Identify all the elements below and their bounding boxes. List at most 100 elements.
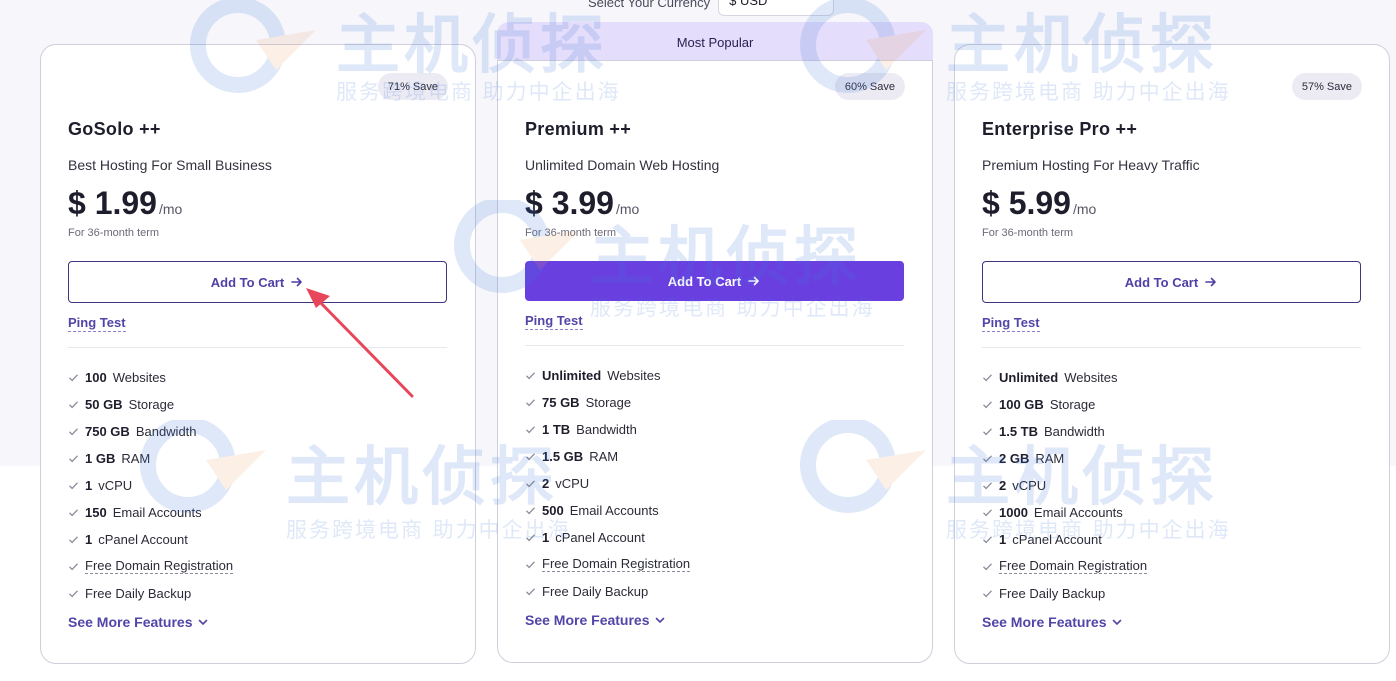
feature-ram: 2 GB RAM [982, 445, 1147, 472]
feature-text: cPanel Account [98, 532, 188, 547]
see-more-features-link[interactable]: See More Features [525, 612, 666, 628]
feature-text-link[interactable]: Free Domain Registration [999, 559, 1148, 574]
feature-websites: Unlimited Websites [982, 364, 1147, 391]
feature-text: Storage [585, 395, 632, 410]
arrow-right-icon [748, 276, 760, 286]
feature-text-link[interactable]: Free Domain Registration [85, 559, 234, 574]
arrow-right-icon [1205, 277, 1217, 287]
feature-websites: 100 Websites [68, 364, 233, 391]
feature-value: 1 GB [85, 451, 116, 466]
see-more-label: See More Features [982, 614, 1107, 630]
price-period: /mo [615, 201, 640, 217]
plan-card-enterprise: 57% Save Enterprise Pro ++ Premium Hosti… [954, 44, 1390, 664]
plan-price: $ 3.99 /mo [525, 185, 639, 222]
feature-text: vCPU [98, 478, 133, 493]
feature-value: Unlimited [542, 368, 602, 383]
check-icon [69, 509, 78, 517]
feature-value: 1 TB [542, 422, 571, 437]
currency-selector-row: Select Your Currency $ USD [588, 0, 835, 16]
feature-text: vCPU [555, 476, 590, 491]
feature-value: 2 GB [999, 451, 1030, 466]
feature-list: 100 Websites 50 GB Storage 750 GB Bandwidth… [68, 364, 234, 607]
feature-email: 500 Email Accounts [525, 497, 690, 524]
check-icon [69, 563, 78, 571]
check-icon [69, 401, 78, 409]
see-more-features-link[interactable]: See More Features [982, 614, 1123, 630]
currency-select[interactable]: $ USD [718, 0, 835, 16]
feature-value: 1 [542, 530, 550, 545]
divider [982, 347, 1361, 348]
currency-label: Select Your Currency [588, 0, 711, 10]
ping-test-link[interactable]: Ping Test [68, 315, 126, 332]
feature-text: RAM [1035, 451, 1065, 466]
feature-value: 150 [85, 505, 107, 520]
check-icon [69, 428, 78, 436]
add-to-cart-label: Add To Cart [667, 273, 742, 289]
price-term: For 36-month term [982, 227, 1074, 239]
plan-name: Premium ++ [525, 119, 632, 139]
feature-value: 2 [542, 476, 550, 491]
feature-email: 1000 Email Accounts [982, 499, 1147, 526]
feature-text: Storage [1049, 397, 1096, 412]
divider [525, 345, 904, 346]
chevron-down-icon [655, 617, 664, 624]
check-icon [69, 374, 78, 382]
feature-backup: Free Daily Backup [68, 580, 233, 607]
check-icon [526, 480, 535, 488]
check-icon [69, 590, 78, 598]
add-to-cart-button[interactable]: Add To Cart [982, 261, 1361, 303]
chevron-down-icon [198, 619, 207, 626]
feature-text: Storage [128, 397, 175, 412]
check-icon [983, 509, 992, 517]
feature-storage: 50 GB Storage [68, 391, 233, 418]
check-icon [526, 399, 535, 407]
feature-value: 100 [85, 370, 107, 385]
see-more-features-link[interactable]: See More Features [68, 614, 209, 630]
feature-value: Unlimited [999, 370, 1059, 385]
feature-email: 150 Email Accounts [68, 499, 233, 526]
check-icon [983, 536, 992, 544]
divider [68, 347, 447, 348]
save-badge: 71% Save [377, 73, 448, 100]
feature-value: 750 GB [85, 424, 130, 439]
ping-test-link[interactable]: Ping Test [525, 313, 583, 330]
check-icon [983, 401, 992, 409]
add-to-cart-button[interactable]: Add To Cart [525, 261, 904, 301]
check-icon [983, 482, 992, 490]
feature-text-link[interactable]: Free Domain Registration [542, 557, 691, 572]
feature-domain: Free Domain Registration [982, 553, 1148, 580]
price-amount: $ 5.99 [982, 185, 1071, 221]
arrow-right-icon [291, 277, 303, 287]
feature-text: RAM [589, 449, 619, 464]
check-icon [983, 455, 992, 463]
feature-text: Bandwidth [576, 422, 637, 437]
check-icon [526, 588, 535, 596]
feature-storage: 100 GB Storage [982, 391, 1147, 418]
feature-cpanel: 1 cPanel Account [68, 526, 233, 553]
most-popular-banner: Most Popular [497, 22, 933, 62]
feature-vcpu: 2 vCPU [982, 472, 1147, 499]
save-badge: 57% Save [1291, 73, 1362, 100]
price-term: For 36-month term [68, 227, 160, 239]
feature-value: 1.5 GB [542, 449, 584, 464]
plan-subtitle: Unlimited Domain Web Hosting [525, 157, 720, 173]
feature-text: RAM [121, 451, 151, 466]
feature-cpanel: 1 cPanel Account [982, 526, 1147, 553]
add-to-cart-button[interactable]: Add To Cart [68, 261, 447, 303]
feature-list: Unlimited Websites 100 GB Storage 1.5 TB Ba… [982, 364, 1148, 607]
check-icon [983, 374, 992, 382]
feature-text: Bandwidth [1044, 424, 1105, 439]
feature-value: 75 GB [542, 395, 580, 410]
see-more-label: See More Features [68, 614, 193, 630]
feature-vcpu: 2 vCPU [525, 470, 690, 497]
plan-card-premium: 60% Save Premium ++ Unlimited Domain Web… [497, 60, 933, 663]
plan-name: Enterprise Pro ++ [982, 119, 1138, 139]
feature-list: Unlimited Websites 75 GB Storage 1 TB Bandw… [525, 362, 691, 605]
check-icon [69, 482, 78, 490]
ping-test-link[interactable]: Ping Test [982, 315, 1040, 332]
check-icon [69, 536, 78, 544]
feature-value: 100 GB [999, 397, 1044, 412]
price-period: /mo [158, 201, 183, 217]
plan-name: GoSolo ++ [68, 119, 161, 139]
feature-vcpu: 1 vCPU [68, 472, 233, 499]
